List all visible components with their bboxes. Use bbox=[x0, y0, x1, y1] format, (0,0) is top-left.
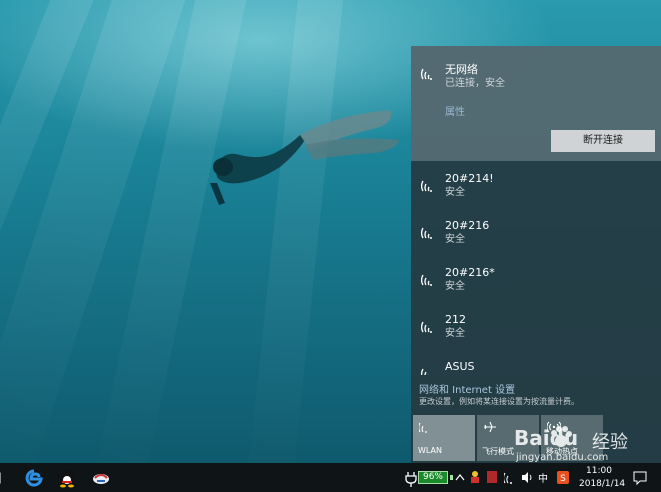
battery-percent-badge[interactable]: 96% bbox=[418, 471, 448, 484]
qq-icon[interactable] bbox=[57, 468, 77, 488]
wifi-signal-icon bbox=[421, 321, 432, 333]
connected-network-name: 无网络 bbox=[445, 63, 478, 76]
wifi-signal-icon bbox=[421, 368, 429, 375]
network-item[interactable]: 20#216 安全 bbox=[411, 214, 661, 258]
network-status: 安全 bbox=[445, 187, 465, 198]
wifi-signal-icon bbox=[421, 180, 432, 192]
watermark-brand-cn: 经验 bbox=[592, 432, 628, 453]
network-settings-description: 更改设置，例如将某连接设置为按流量计费。 bbox=[419, 397, 579, 406]
volume-icon[interactable] bbox=[520, 463, 534, 492]
quick-action-label: WLAN bbox=[418, 446, 443, 455]
network-status: 安全 bbox=[445, 234, 465, 245]
power-plug-icon[interactable] bbox=[404, 463, 418, 492]
watermark-url: jingyan.baidu.com bbox=[516, 452, 609, 463]
svg-text:S: S bbox=[560, 474, 566, 484]
taskbar: 96% 中 S 11:00 2018/1/14 bbox=[0, 463, 661, 492]
network-name: 20#216 bbox=[445, 219, 490, 232]
clock-date[interactable]: 2018/1/14 bbox=[579, 479, 625, 489]
network-name: 20#214! bbox=[445, 172, 494, 185]
edge-icon[interactable] bbox=[24, 468, 44, 488]
network-tool-icon[interactable] bbox=[91, 468, 111, 488]
network-item[interactable]: 20#216* 安全 bbox=[411, 261, 661, 305]
wifi-signal-icon bbox=[421, 274, 432, 286]
connected-network-status: 已连接，安全 bbox=[445, 78, 505, 89]
disconnect-button[interactable]: 断开连接 bbox=[551, 130, 655, 152]
light-ray bbox=[245, 0, 345, 463]
wifi-icon bbox=[419, 422, 427, 433]
tray-app-red-icon[interactable] bbox=[485, 463, 499, 492]
network-settings-link[interactable]: 网络和 Internet 设置 bbox=[419, 381, 515, 396]
clock-time[interactable]: 11:00 bbox=[586, 466, 612, 476]
task-view-icon[interactable] bbox=[0, 468, 4, 488]
diver-image bbox=[210, 110, 400, 205]
quick-action-wlan[interactable]: WLAN bbox=[413, 415, 475, 461]
tray-app-icon[interactable] bbox=[468, 463, 482, 492]
notification-center-icon[interactable] bbox=[632, 463, 648, 492]
wifi-signal-icon bbox=[421, 227, 432, 239]
sogou-ime-icon[interactable]: S bbox=[556, 463, 570, 492]
network-item[interactable]: 20#214! 安全 bbox=[411, 167, 661, 211]
network-status: 安全 bbox=[445, 281, 465, 292]
chevron-up-icon[interactable] bbox=[454, 463, 466, 492]
network-item[interactable]: 212 安全 bbox=[411, 308, 661, 352]
connected-network-card[interactable]: 无网络 已连接，安全 属性 断开连接 bbox=[411, 46, 661, 161]
wifi-tray-icon[interactable] bbox=[502, 463, 518, 492]
network-name: ASUS bbox=[445, 360, 475, 373]
network-name: 212 bbox=[445, 313, 466, 326]
wifi-signal-icon bbox=[421, 68, 432, 80]
network-item[interactable]: ASUS bbox=[411, 355, 661, 375]
network-status: 安全 bbox=[445, 328, 465, 339]
network-name: 20#216* bbox=[445, 266, 495, 279]
network-flyout: 无网络 已连接，安全 属性 断开连接 20#214! 安全 20#216 安全 bbox=[411, 46, 661, 463]
properties-link[interactable]: 属性 bbox=[445, 103, 465, 118]
baidu-paw-icon bbox=[551, 426, 572, 447]
airplane-icon bbox=[484, 421, 496, 433]
input-method-indicator[interactable]: 中 bbox=[538, 470, 548, 485]
